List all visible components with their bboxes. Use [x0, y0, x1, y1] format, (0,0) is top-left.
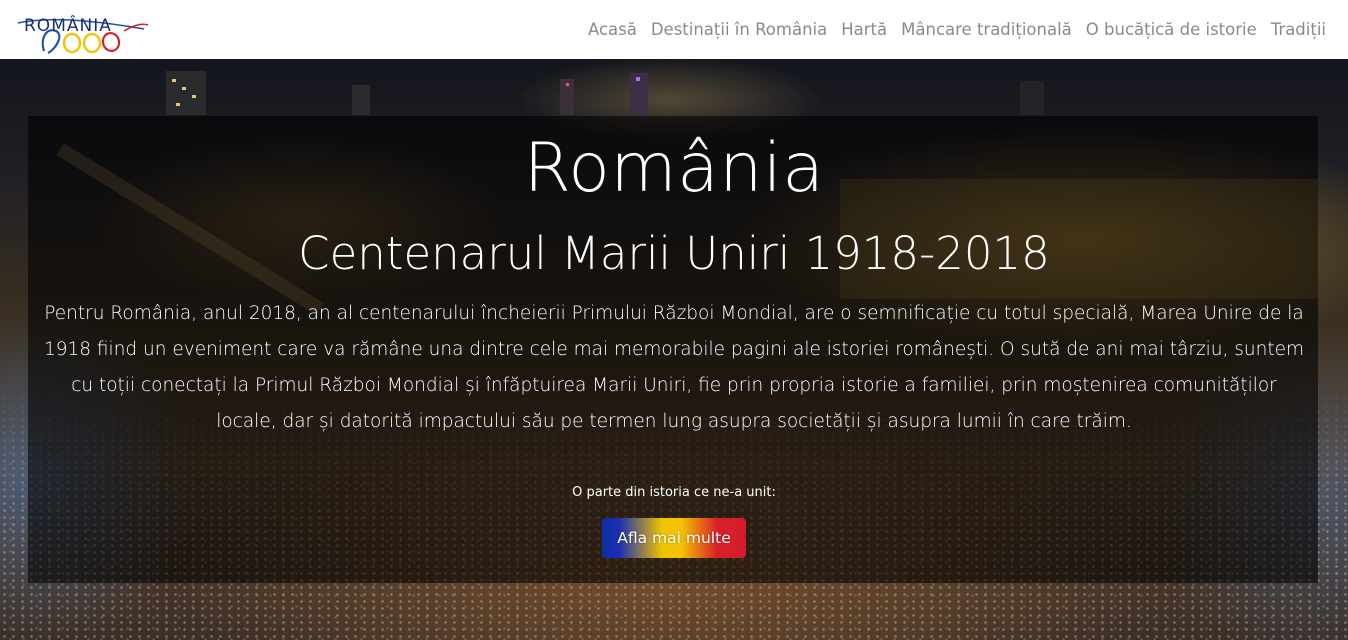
- cta-caption: O parte din istoria ce ne-a unit:: [572, 485, 776, 500]
- learn-more-button[interactable]: Afla mai multe: [602, 518, 746, 558]
- nav-link-istorie[interactable]: O bucățică de istorie: [1079, 20, 1264, 39]
- nav-link-destinatii[interactable]: Destinații în România: [644, 20, 834, 39]
- navbar: ROMÂNIA Acasă Destinații în România Hart…: [0, 0, 1348, 59]
- hero-paragraph: Pentru România, anul 2018, an al centena…: [43, 303, 1305, 432]
- nav-link-acasa[interactable]: Acasă: [581, 20, 644, 39]
- hero-section: România Centenarul Marii Uniri 1918-2018…: [0, 59, 1348, 640]
- brand-logo-link[interactable]: ROMÂNIA: [16, 7, 150, 54]
- brand-text: ROMÂNIA: [24, 15, 112, 36]
- hero-title: România: [523, 129, 825, 208]
- nav-link-traditii[interactable]: Tradiții: [1264, 20, 1332, 39]
- nav-link-mancare[interactable]: Mâncare tradițională: [894, 20, 1079, 39]
- nav-link-harta[interactable]: Hartă: [834, 20, 894, 39]
- hero-subtitle: Centenarul Marii Uniri 1918-2018: [298, 227, 1050, 280]
- main-nav: Acasă Destinații în România Hartă Mâncar…: [581, 20, 1332, 39]
